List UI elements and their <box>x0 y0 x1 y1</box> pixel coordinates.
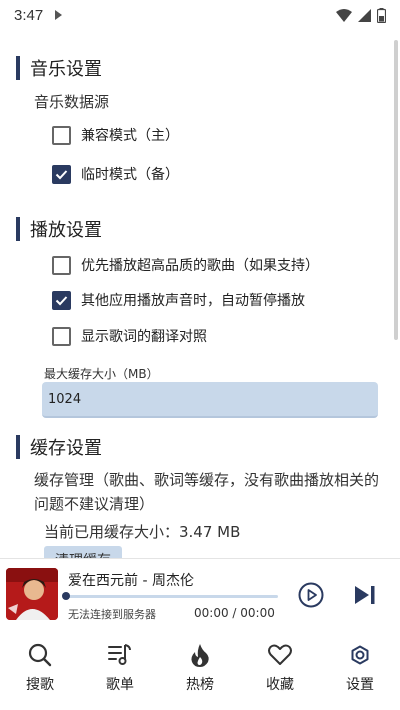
skip-next-icon[interactable] <box>352 583 378 607</box>
clear-cache-button[interactable]: 清理缓存 <box>44 546 122 558</box>
status-time: 3:47 <box>14 6 44 24</box>
album-art-icon <box>6 568 58 620</box>
checkbox-temp-mode[interactable] <box>52 164 71 184</box>
nav-label: 收藏 <box>266 677 294 693</box>
heart-icon <box>268 644 292 665</box>
nav-settings[interactable]: 设置 <box>320 628 400 710</box>
signal-icon <box>358 8 371 22</box>
status-bar: 3:47 <box>0 0 400 30</box>
cache-usage: 当前已用缓存大小：3.47 MB <box>44 523 241 541</box>
settings-content[interactable]: 音乐设置 音乐数据源 兼容模式（主） 临时模式（备） 播放设置 优先播放超高品质… <box>0 30 400 558</box>
progress-track[interactable] <box>66 595 278 598</box>
nav-label: 歌单 <box>106 677 134 693</box>
section-title-cache: 缓存设置 <box>16 434 102 460</box>
player-time: 00:00 / 00:00 <box>194 606 275 620</box>
wifi-icon <box>336 8 352 22</box>
checkbox-high-quality[interactable] <box>52 255 71 275</box>
checkbox-auto-pause[interactable] <box>52 290 71 310</box>
media-play-icon <box>55 10 63 20</box>
nav-label: 设置 <box>346 677 374 693</box>
option-label: 临时模式（备） <box>81 167 179 183</box>
player-status: 无法连接到服务器 <box>68 608 156 621</box>
playlist-icon <box>108 644 131 665</box>
progress-thumb[interactable] <box>62 592 70 600</box>
option-label: 其他应用播放声音时，自动暂停播放 <box>81 293 305 309</box>
checkbox-compat-mode[interactable] <box>52 125 71 145</box>
status-icons <box>336 7 386 23</box>
option-high-quality[interactable]: 优先播放超高品质的歌曲（如果支持） <box>52 253 319 277</box>
max-cache-label: 最大缓存大小（MB） <box>44 367 159 381</box>
cache-description: 缓存管理（歌曲、歌词等缓存，没有歌曲播放相关的问题不建议清理） <box>34 471 380 513</box>
bottom-nav: 搜歌 歌单 热榜 收藏 设置 <box>0 628 400 710</box>
nav-favorites[interactable]: 收藏 <box>240 628 320 710</box>
song-title[interactable]: 爱在西元前 - 周杰伦 <box>68 570 194 590</box>
max-cache-input[interactable]: 1024 <box>42 382 378 418</box>
option-label: 优先播放超高品质的歌曲（如果支持） <box>81 258 319 274</box>
section-title-playback: 播放设置 <box>16 216 102 242</box>
option-temp-mode[interactable]: 临时模式（备） <box>52 162 179 186</box>
checkbox-lyric-translation[interactable] <box>52 326 71 346</box>
flame-icon <box>191 644 209 667</box>
section-title-text: 音乐设置 <box>30 59 102 80</box>
nav-label: 热榜 <box>186 677 214 693</box>
search-icon <box>28 643 52 667</box>
play-circle-icon[interactable] <box>298 582 324 608</box>
nav-search[interactable]: 搜歌 <box>0 628 80 710</box>
section-accent-bar <box>16 217 20 241</box>
nav-label: 搜歌 <box>26 677 54 693</box>
nav-charts[interactable]: 热榜 <box>160 628 240 710</box>
battery-icon <box>377 7 386 23</box>
section-accent-bar <box>16 435 20 459</box>
section-title-music: 音乐设置 <box>16 55 102 81</box>
gear-icon <box>351 645 369 665</box>
check-icon <box>55 169 68 179</box>
option-compat-mode[interactable]: 兼容模式（主） <box>52 123 179 147</box>
option-lyric-translation[interactable]: 显示歌词的翻译对照 <box>52 324 207 348</box>
mini-player[interactable]: 爱在西元前 - 周杰伦 无法连接到服务器 00:00 / 00:00 <box>0 558 400 628</box>
album-cover[interactable] <box>6 568 58 620</box>
option-auto-pause[interactable]: 其他应用播放声音时，自动暂停播放 <box>52 288 305 312</box>
option-label: 兼容模式（主） <box>81 128 179 144</box>
section-title-text: 缓存设置 <box>30 438 102 459</box>
section-accent-bar <box>16 56 20 80</box>
section-title-text: 播放设置 <box>30 220 102 241</box>
check-icon <box>55 295 68 305</box>
nav-playlist[interactable]: 歌单 <box>80 628 160 710</box>
music-source-label: 音乐数据源 <box>34 93 110 111</box>
option-label: 显示歌词的翻译对照 <box>81 329 207 345</box>
